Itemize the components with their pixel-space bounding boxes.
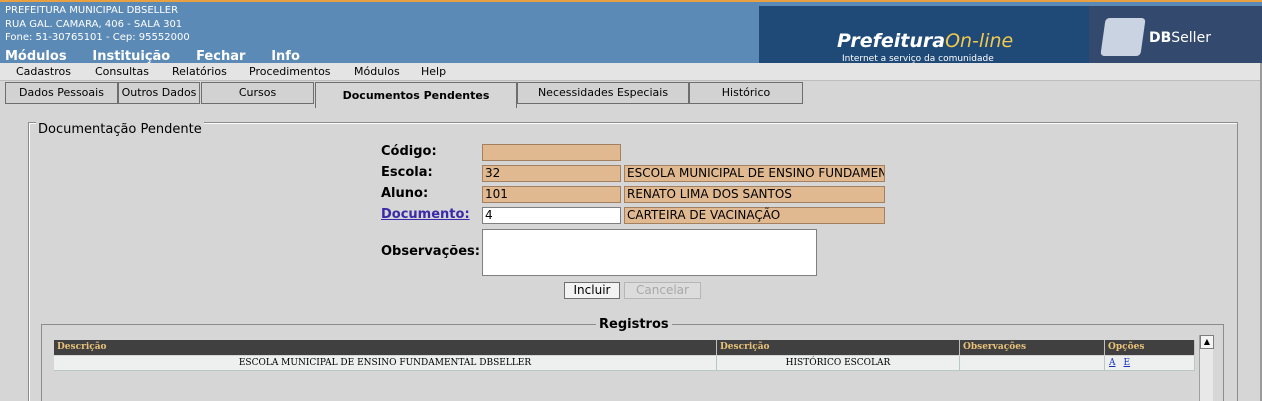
menu-bar: Cadastros Consultas Relatórios Procedime… — [0, 63, 1262, 81]
grid-header-descricao-doc[interactable]: Descrição — [717, 340, 960, 355]
escola-label: Escola: — [381, 165, 433, 180]
menu-modulos[interactable]: Módulos — [354, 65, 400, 78]
grid-header-descricao-escola[interactable]: Descrição — [54, 340, 717, 355]
observacoes-textarea[interactable] — [482, 229, 817, 276]
documento-link[interactable]: Documento: — [381, 207, 470, 222]
topnav-modulos[interactable]: Módulos — [5, 49, 67, 64]
menu-cadastros[interactable]: Cadastros — [16, 65, 71, 78]
tab-necessidades-especiais[interactable]: Necessidades Especiais — [517, 82, 689, 104]
top-navigation: Módulos Instituição Fechar Info — [5, 49, 322, 64]
codigo-field[interactable] — [482, 144, 621, 161]
dbseller-seller: Seller — [1171, 30, 1211, 46]
dbseller-cube-icon — [1100, 18, 1146, 56]
escola-name-field: ESCOLA MUNICIPAL DE ENSINO FUNDAMEN — [624, 165, 885, 182]
excluir-link[interactable]: E — [1124, 358, 1131, 368]
documentacao-legend: Documentação Pendente — [36, 122, 204, 137]
org-info: PREFEITURA MUNICIPAL DBSELLER RUA GAL. C… — [5, 4, 190, 45]
grid-cell-opcoes: AE — [1105, 356, 1195, 371]
prefeitura-online-logo: PrefeituraOn-line Internet a serviço da … — [759, 6, 1089, 65]
topnav-info[interactable]: Info — [271, 49, 300, 64]
grid-cell-observacoes — [960, 356, 1105, 371]
aluno-label: Aluno: — [381, 186, 429, 201]
app-header: PREFEITURA MUNICIPAL DBSELLER RUA GAL. C… — [0, 0, 1262, 65]
org-phone: Fone: 51-30765101 - Cep: 95552000 — [5, 32, 190, 43]
tab-outros-dados[interactable]: Outros Dados — [118, 82, 200, 104]
observacoes-label: Observações: — [381, 244, 480, 259]
menu-relatorios[interactable]: Relatórios — [172, 65, 227, 78]
grid-cell-documento: HISTÓRICO ESCOLAR — [717, 356, 960, 371]
registros-legend: Registros — [596, 317, 672, 332]
documento-code-field[interactable]: 4 — [482, 207, 621, 224]
scroll-up-icon[interactable]: ▲ — [1200, 335, 1214, 349]
menu-procedimentos[interactable]: Procedimentos — [249, 65, 331, 78]
incluir-button[interactable]: Incluir — [564, 282, 620, 299]
brand-title: PrefeituraOn-line — [837, 30, 1013, 52]
codigo-label: Código: — [381, 144, 437, 159]
dbseller-logo: DBSeller — [1089, 6, 1262, 65]
brand-online: On-line — [945, 30, 1014, 52]
tab-dados-pessoais[interactable]: Dados Pessoais — [5, 82, 118, 104]
dbseller-text: DBSeller — [1149, 30, 1211, 46]
aluno-code-field[interactable]: 101 — [482, 186, 621, 203]
aluno-name-field: RENATO LIMA DOS SANTOS — [624, 186, 885, 203]
org-address: RUA GAL. CAMARA, 406 - SALA 301 — [5, 18, 183, 30]
grid-header-observacoes[interactable]: Observações — [960, 340, 1105, 355]
cancelar-button[interactable]: Cancelar — [624, 282, 701, 299]
topnav-instituicao[interactable]: Instituição — [92, 49, 170, 64]
grid-cell-escola: ESCOLA MUNICIPAL DE ENSINO FUNDAMENTAL D… — [54, 356, 717, 371]
tab-documentos-pendentes[interactable]: Documentos Pendentes — [315, 82, 517, 108]
brand-prefeitura: Prefeitura — [837, 30, 946, 52]
documento-name-field: CARTEIRA DE VACINAÇÃO — [624, 207, 885, 224]
org-name: PREFEITURA MUNICIPAL DBSELLER — [5, 5, 179, 16]
tab-cursos[interactable]: Cursos — [201, 82, 314, 104]
grid-scrollbar[interactable]: ▲ — [1199, 335, 1214, 401]
tab-historico[interactable]: Histórico — [689, 82, 803, 104]
menu-help[interactable]: Help — [421, 65, 446, 78]
grid-header-opcoes[interactable]: Opções — [1105, 340, 1195, 355]
alterar-link[interactable]: A — [1109, 358, 1116, 368]
topnav-fechar[interactable]: Fechar — [196, 49, 245, 64]
dbseller-db: DB — [1149, 30, 1172, 46]
escola-code-field[interactable]: 32 — [482, 165, 621, 182]
menu-consultas[interactable]: Consultas — [95, 65, 149, 78]
